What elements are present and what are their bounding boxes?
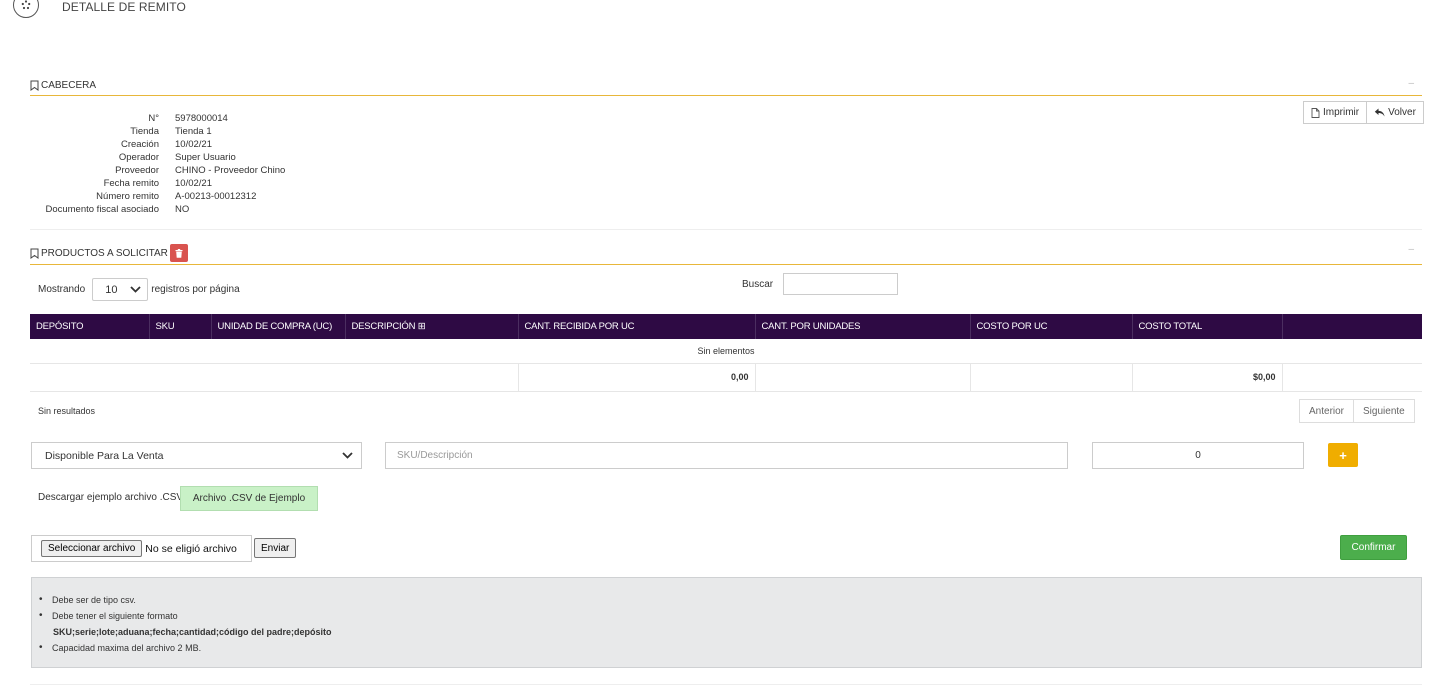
deposit-select[interactable]: Disponible Para La Venta: [31, 442, 362, 469]
cabecera-section-header: CABECERA –: [30, 76, 1422, 96]
previous-page-button[interactable]: Anterior: [1299, 399, 1355, 423]
page-length-control: Mostrando 10 registros por página: [38, 278, 240, 301]
detail-row-fecha-remito: Fecha remito 10/02/21: [30, 177, 285, 190]
chevron-down-icon: [130, 286, 141, 293]
detail-label: Fecha remito: [103, 178, 159, 189]
confirm-button[interactable]: Confirmar: [1340, 535, 1407, 560]
next-page-button[interactable]: Siguiente: [1354, 399, 1415, 423]
search-control: Buscar: [742, 273, 899, 295]
note-item: Debe tener el siguiente formato: [39, 609, 1421, 625]
deposit-selected-value: Disponible Para La Venta: [45, 449, 164, 462]
note-item: Capacidad maxima del archivo 2 MB.: [39, 641, 1421, 657]
detail-label: Creación: [120, 139, 159, 150]
reply-arrow-icon: [1374, 108, 1385, 117]
bookmark-icon: [30, 248, 39, 259]
detail-value: CHINO - Proveedor Chino: [175, 165, 286, 176]
page-length-select[interactable]: 10: [92, 278, 149, 301]
print-label: Imprimir: [1323, 107, 1360, 118]
total-actions: [1281, 362, 1422, 392]
csv-example-button[interactable]: Archivo .CSV de Ejemplo: [180, 486, 318, 511]
choose-file-button[interactable]: Seleccionar archivo: [41, 540, 143, 557]
back-button[interactable]: Volver: [1367, 101, 1424, 124]
add-product-button[interactable]: +: [1328, 443, 1358, 467]
detail-row-operador: Operador Super Usuario: [30, 151, 285, 164]
delete-button[interactable]: [169, 244, 188, 262]
total-cant-unidades: [754, 362, 970, 392]
length-suffix: registros por página: [151, 284, 240, 295]
detail-label: Número remito: [96, 191, 159, 202]
collapse-toggle[interactable]: –: [1408, 244, 1414, 255]
detail-label: Documento fiscal asociado: [45, 204, 159, 215]
grid-dots-icon[interactable]: [13, 0, 39, 18]
detail-row-documento-fiscal: Documento fiscal asociado NO: [30, 203, 285, 216]
send-button[interactable]: Enviar: [254, 538, 297, 558]
col-costo-total[interactable]: COSTO TOTAL: [1132, 314, 1283, 339]
collapse-toggle[interactable]: –: [1408, 78, 1414, 89]
note-format: SKU;serie;lote;aduana;fecha;cantidad;cód…: [53, 627, 332, 637]
productos-section-header: PRODUCTOS A SOLICITAR –: [30, 242, 1422, 265]
detail-label: Tienda: [130, 126, 159, 137]
col-costo-uc[interactable]: COSTO POR UC: [970, 314, 1133, 339]
section-divider: [30, 229, 1422, 230]
table-row: Sin elementos: [30, 339, 1422, 363]
detail-value: 10/02/21: [175, 139, 212, 150]
search-label: Buscar: [742, 278, 774, 290]
pagination: Anterior Siguiente: [1299, 399, 1415, 423]
col-actions: [1282, 314, 1422, 339]
table-header-row: DEPÓSITO SKU UNIDAD DE COMPRA (UC) DESCR…: [30, 314, 1422, 339]
detail-value: NO: [175, 204, 190, 215]
col-cant-unidades[interactable]: CANT. POR UNIDADES: [755, 314, 971, 339]
detail-label: Operador: [118, 152, 159, 163]
table-info: Sin resultados: [38, 406, 96, 416]
quantity-input[interactable]: 0: [1092, 442, 1304, 469]
bottom-divider: [30, 684, 1422, 685]
section-title: CABECERA: [41, 80, 97, 91]
print-button[interactable]: Imprimir: [1303, 101, 1368, 124]
section-title: PRODUCTOS A SOLICITAR: [41, 247, 168, 259]
upload-notes: Debe ser de tipo csv. Debe tener el sigu…: [31, 577, 1422, 668]
sku-search-input[interactable]: SKU/Descripción: [385, 442, 1068, 469]
col-cant-recibida[interactable]: CANT. RECIBIDA POR UC: [518, 314, 756, 339]
total-costo-total: $0,00: [1131, 362, 1282, 392]
header-actions: Imprimir Volver: [1303, 101, 1424, 124]
csv-download-label: Descargar ejemplo archivo .CSV: [38, 492, 184, 503]
detail-label: N°: [148, 113, 159, 124]
detail-row-numero-remito: Número remito A-00213-00012312: [30, 190, 285, 203]
detail-value: Tienda 1: [175, 126, 212, 137]
total-cant-recibida: 0,00: [517, 362, 755, 392]
col-unidad-compra[interactable]: UNIDAD DE COMPRA (UC): [211, 314, 346, 339]
back-label: Volver: [1388, 107, 1416, 118]
note-item: Debe ser de tipo csv.: [39, 593, 1421, 609]
products-table: DEPÓSITO SKU UNIDAD DE COMPRA (UC) DESCR…: [30, 314, 1422, 392]
trash-icon: [175, 248, 183, 258]
detail-row-creacion: Creación 10/02/21: [30, 138, 285, 151]
chevron-down-icon: [342, 452, 353, 459]
bookmark-icon: [30, 80, 39, 91]
detail-value: 10/02/21: [175, 178, 212, 189]
detail-row-numero: N° 5978000014: [30, 112, 285, 125]
pdf-file-icon: [1311, 107, 1320, 118]
search-input[interactable]: [783, 273, 899, 295]
col-sku[interactable]: SKU: [149, 314, 212, 339]
page-title: DETALLE DE REMITO: [62, 0, 186, 14]
total-costo-uc: [969, 362, 1132, 392]
col-deposito[interactable]: DEPÓSITO: [30, 314, 150, 339]
detail-label: Proveedor: [115, 165, 159, 176]
detail-value: Super Usuario: [175, 152, 236, 163]
length-prefix: Mostrando: [38, 284, 86, 295]
detail-row-proveedor: Proveedor CHINO - Proveedor Chino: [30, 164, 285, 177]
detail-value: 5978000014: [175, 113, 228, 124]
file-status: No se eligió archivo: [145, 542, 237, 555]
file-upload-field: Seleccionar archivo No se eligió archivo: [31, 535, 252, 562]
detail-row-tienda: Tienda Tienda 1: [30, 125, 285, 138]
remito-details: N° 5978000014 Tienda Tienda 1 Creación 1…: [30, 112, 285, 216]
totals-row: 0,00 $0,00: [30, 362, 1422, 392]
empty-message: Sin elementos: [697, 345, 755, 356]
detail-value: A-00213-00012312: [175, 191, 257, 202]
page-length-value: 10: [105, 283, 118, 296]
col-descripcion[interactable]: DESCRIPCIÓN ⊞: [345, 314, 519, 339]
totals-spacer: [30, 362, 518, 392]
